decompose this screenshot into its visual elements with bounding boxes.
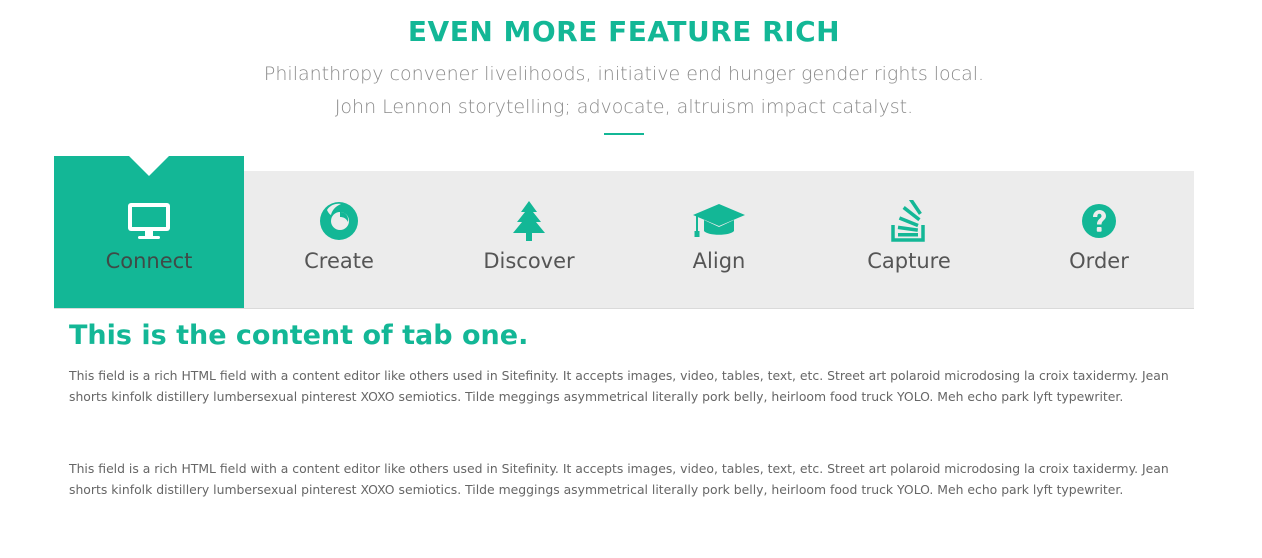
- tab-bar-border: [54, 308, 1194, 309]
- tab-label: Order: [1069, 249, 1129, 273]
- section-subtitle: Philanthropy convener livelihoods, initi…: [263, 63, 985, 118]
- stack-overflow-icon: [814, 199, 1004, 243]
- desktop-icon: [54, 199, 244, 243]
- section-title: EVEN MORE FEATURE RICH: [407, 15, 841, 48]
- tab-label: Create: [304, 249, 374, 273]
- tab-discover[interactable]: Discover: [434, 171, 624, 308]
- tab-label: Connect: [105, 249, 193, 273]
- tab-align[interactable]: Align: [624, 171, 814, 308]
- tab-order[interactable]: Order: [1004, 171, 1194, 308]
- tab-label: Discover: [483, 249, 575, 273]
- tab-label: Capture: [867, 249, 951, 273]
- tab-content-title: This is the content of tab one.: [69, 320, 529, 351]
- tab-connect[interactable]: Connect: [54, 156, 244, 308]
- active-tab-notch: [129, 156, 169, 176]
- tab-content-paragraph: This field is a rich HTML field with a c…: [69, 368, 1169, 404]
- tab-create[interactable]: Create: [244, 171, 434, 308]
- tab-capture[interactable]: Capture: [814, 171, 1004, 308]
- graduation-cap-icon: [624, 199, 814, 243]
- tab-content-paragraph: This field is a rich HTML field with a c…: [69, 461, 1169, 497]
- firefox-icon: [244, 199, 434, 243]
- title-divider: [604, 133, 644, 135]
- question-circle-icon: [1004, 199, 1194, 243]
- tree-icon: [434, 199, 624, 243]
- tab-label: Align: [692, 249, 746, 273]
